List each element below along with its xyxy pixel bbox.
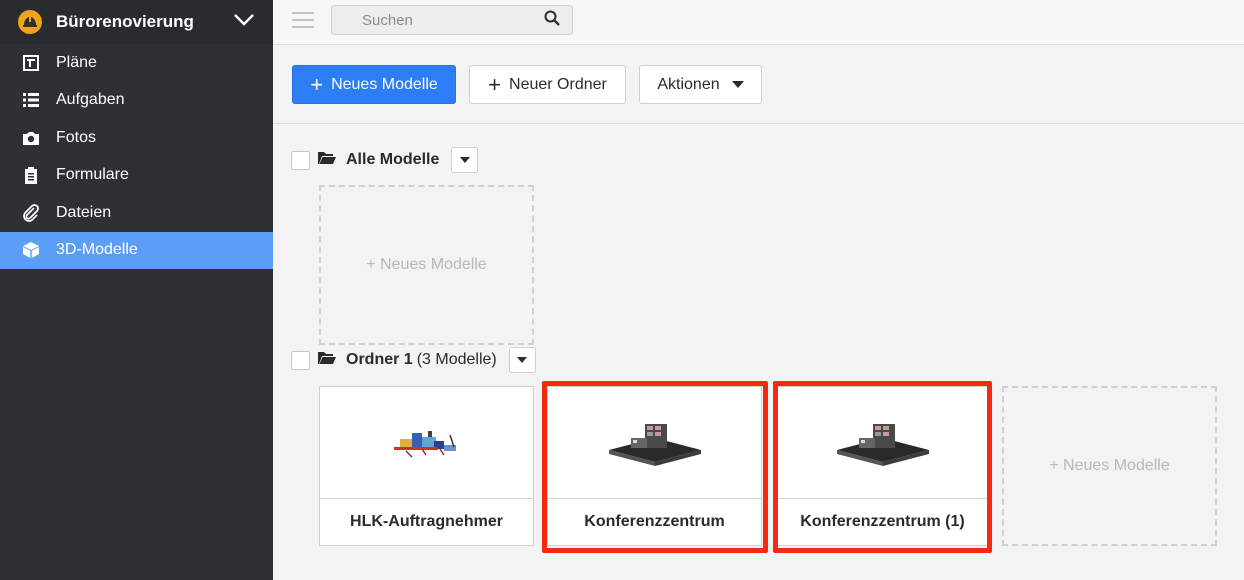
caret-down-icon bbox=[720, 76, 744, 94]
model-card[interactable]: Konferenzzentrum bbox=[547, 386, 762, 546]
placeholder-label: + Neues Modelle bbox=[366, 256, 487, 273]
sidebar: Bürorenovierung Pläne Aufgaben Fotos For… bbox=[0, 0, 273, 580]
plus-icon: + bbox=[310, 71, 324, 97]
cube-icon bbox=[22, 241, 40, 259]
new-folder-label: Neuer Ordner bbox=[509, 75, 607, 93]
model-thumbnail bbox=[776, 387, 989, 499]
toolbar: + Neues Modelle + Neuer Ordner Aktionen bbox=[273, 46, 1244, 124]
folder-open-icon bbox=[318, 350, 346, 370]
new-model-placeholder[interactable]: + Neues Modelle bbox=[1002, 386, 1217, 546]
folder-name: Ordner 1 bbox=[346, 351, 413, 368]
list-icon bbox=[22, 91, 40, 109]
actions-dropdown[interactable]: Aktionen bbox=[639, 65, 762, 104]
folder-header-alle-modelle: Alle Modelle bbox=[291, 147, 479, 173]
sidebar-item-plaene[interactable]: Pläne bbox=[0, 44, 273, 82]
topbar: Suchen bbox=[273, 0, 1244, 45]
model-thumbnail bbox=[320, 387, 533, 499]
search-icon[interactable] bbox=[544, 10, 560, 31]
new-model-placeholder[interactable]: + Neues Modelle bbox=[319, 185, 534, 345]
plans-icon bbox=[22, 54, 40, 72]
folder-model-count: (3 Modelle) bbox=[416, 351, 497, 368]
search-placeholder: Suchen bbox=[362, 11, 413, 29]
sidebar-item-label: Formulare bbox=[56, 166, 129, 184]
folder-open-icon bbox=[318, 150, 346, 170]
sidebar-item-label: Pläne bbox=[56, 53, 97, 71]
actions-label: Aktionen bbox=[657, 75, 720, 93]
menu-icon[interactable] bbox=[292, 12, 314, 28]
sidebar-item-label: Dateien bbox=[56, 203, 112, 221]
model-title: Konferenzzentrum bbox=[584, 513, 725, 530]
new-model-button[interactable]: + Neues Modelle bbox=[292, 65, 456, 104]
sidebar-item-formulare[interactable]: Formulare bbox=[0, 157, 273, 195]
folder-header-ordner-1: Ordner 1 (3 Modelle) bbox=[291, 347, 536, 373]
model-title: Konferenzzentrum (1) bbox=[800, 513, 965, 530]
sidebar-item-label: Fotos bbox=[56, 128, 97, 146]
sidebar-item-3d-modelle[interactable]: 3D-Modelle bbox=[0, 231, 273, 269]
folder-checkbox[interactable] bbox=[291, 350, 310, 370]
folder-checkbox[interactable] bbox=[291, 150, 310, 170]
folder-options-dropdown[interactable] bbox=[508, 347, 536, 373]
model-title: HLK-Auftragnehmer bbox=[350, 513, 503, 530]
camera-icon bbox=[22, 129, 40, 147]
model-card[interactable]: HLK-Auftragnehmer bbox=[319, 386, 534, 546]
new-folder-button[interactable]: + Neuer Ordner bbox=[469, 65, 626, 104]
sidebar-item-fotos[interactable]: Fotos bbox=[0, 119, 273, 157]
folder-name: Alle Modelle bbox=[346, 151, 440, 168]
project-selector[interactable]: Bürorenovierung bbox=[0, 0, 273, 44]
search-input[interactable]: Suchen bbox=[331, 5, 573, 35]
folder-options-dropdown[interactable] bbox=[451, 147, 479, 173]
model-card[interactable]: Konferenzzentrum (1) bbox=[775, 386, 990, 546]
placeholder-label: + Neues Modelle bbox=[1049, 457, 1170, 474]
clipboard-icon bbox=[22, 166, 40, 185]
models-area: Alle Modelle + Neues Modelle Ordner 1 (3… bbox=[273, 125, 1244, 580]
project-name: Bürorenovierung bbox=[56, 12, 194, 31]
sidebar-item-aufgaben[interactable]: Aufgaben bbox=[0, 82, 273, 120]
sidebar-item-label: Aufgaben bbox=[56, 91, 125, 109]
plus-icon: + bbox=[488, 71, 502, 97]
chevron-down-icon[interactable] bbox=[233, 13, 255, 32]
sidebar-item-label: 3D-Modelle bbox=[56, 241, 138, 259]
paperclip-icon bbox=[22, 203, 40, 222]
new-model-label: Neues Modelle bbox=[331, 75, 438, 93]
model-thumbnail bbox=[548, 387, 761, 499]
sidebar-item-dateien[interactable]: Dateien bbox=[0, 194, 273, 232]
hard-hat-icon bbox=[18, 10, 42, 34]
